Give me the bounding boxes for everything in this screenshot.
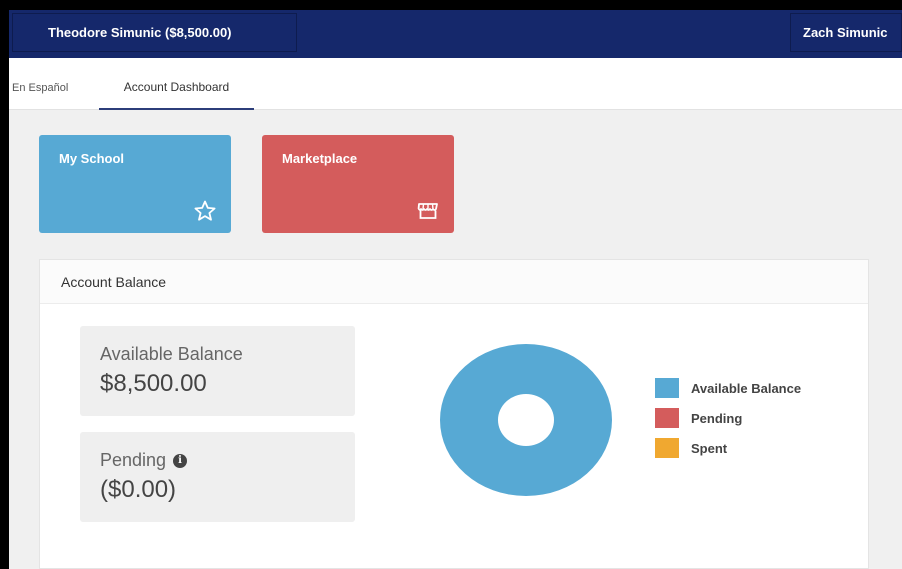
info-icon[interactable]: i <box>173 453 188 468</box>
legend-swatch-spent <box>655 438 679 458</box>
legend-item-pending[interactable]: Pending <box>655 403 801 433</box>
pending-value: ($0.00) <box>100 476 177 503</box>
app-frame: Theodore Simunic ($8,500.00) Zach Simuni… <box>9 10 902 569</box>
user-menu-button[interactable]: Zach Simunic <box>790 13 902 52</box>
available-balance-label: Available Balance <box>100 344 243 365</box>
legend-label-pending: Pending <box>691 410 743 426</box>
legend-swatch-pending <box>655 408 679 428</box>
legend-label-available-balance: Available Balance <box>691 380 802 396</box>
available-balance-box: Available Balance $8,500.00 <box>80 326 355 416</box>
user-name: Zach Simunic <box>803 25 888 40</box>
tab-account-dashboard-label: Account Dashboard <box>123 80 230 94</box>
pending-label-text: Pending <box>100 450 167 470</box>
account-balance-card: Account Balance Available Balance $8,500… <box>39 259 869 569</box>
donut-slice-available-balance[interactable] <box>440 344 612 496</box>
account-selector-button[interactable]: Theodore Simunic ($8,500.00) <box>12 13 297 52</box>
account-balance-header: Account Balance <box>40 260 868 304</box>
language-toggle-link[interactable]: En Español <box>12 82 68 94</box>
my-school-tile-label: My School <box>59 151 125 166</box>
top-nav-bar: Theodore Simunic ($8,500.00) Zach Simuni… <box>9 10 902 58</box>
pending-label: Pending i <box>100 450 188 471</box>
storefront-icon <box>417 203 438 219</box>
my-school-tile[interactable]: My School <box>39 135 231 233</box>
legend-label-spent: Spent <box>691 440 728 456</box>
account-selector-label: Theodore Simunic ($8,500.00) <box>48 25 232 40</box>
tab-account-dashboard[interactable]: Account Dashboard <box>99 58 254 110</box>
pending-box: Pending i ($0.00) <box>80 432 355 522</box>
legend-item-available-balance[interactable]: Available Balance <box>655 373 801 403</box>
star-icon <box>194 200 216 221</box>
legend-swatch-available-balance <box>655 378 679 398</box>
tab-bar: En Español Account Dashboard <box>9 58 902 110</box>
available-balance-label-text: Available Balance <box>100 344 243 364</box>
chart-legend: Available Balance Pending Spent <box>655 373 801 463</box>
marketplace-tile-label: Marketplace <box>282 151 358 166</box>
account-balance-title: Account Balance <box>61 274 167 290</box>
legend-item-spent[interactable]: Spent <box>655 433 801 463</box>
available-balance-value: $8,500.00 <box>100 370 207 397</box>
balance-donut-chart <box>440 344 612 496</box>
marketplace-tile[interactable]: Marketplace <box>262 135 454 233</box>
